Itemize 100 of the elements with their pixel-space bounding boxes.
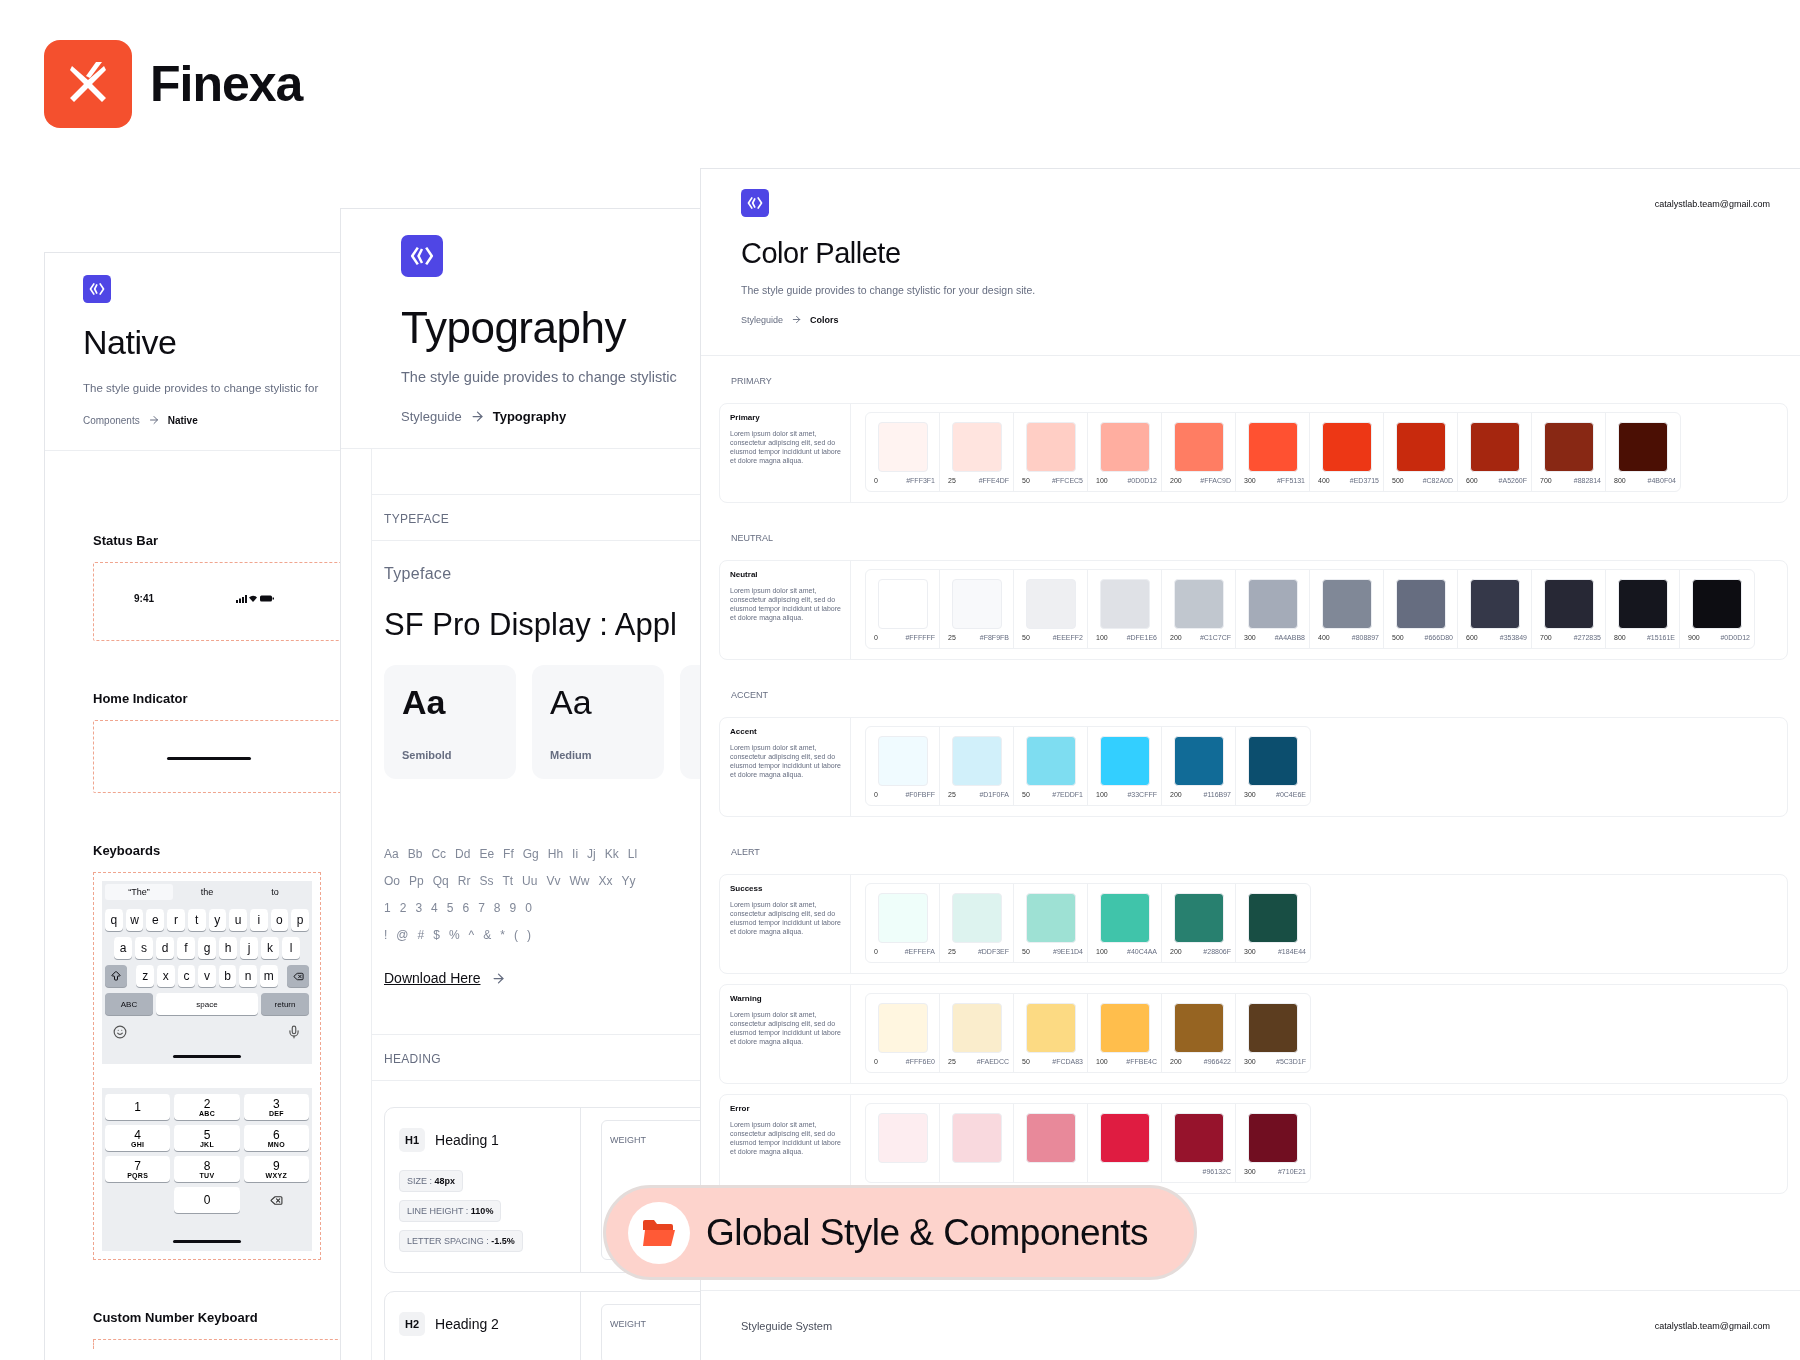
suggestion[interactable]: the [173, 884, 241, 900]
key[interactable]: r [167, 909, 185, 931]
key[interactable]: w [125, 909, 144, 931]
glyph: Vv [546, 874, 561, 888]
glyph: Ee [479, 847, 495, 861]
key[interactable]: ABC [105, 993, 153, 1015]
scale-name: Success [730, 884, 764, 893]
key[interactable]: p [291, 909, 309, 931]
scale-name: Primary [730, 413, 761, 422]
weight-label: WEIGHT [610, 1135, 646, 1145]
spec-chip: SIZE : 48px [399, 1170, 464, 1192]
glyph: & [483, 928, 492, 942]
glyph: # [417, 928, 425, 942]
page-title: Color Pallete [741, 237, 902, 270]
glyph: Dd [455, 847, 471, 861]
scale-name: Neutral [730, 570, 759, 579]
group-label: PRIMARY [730, 375, 773, 388]
breadcrumb-current[interactable]: Typography [492, 409, 567, 424]
key[interactable]: f [177, 937, 195, 959]
weight-label: WEIGHT [610, 1319, 646, 1329]
glyph: Gg [522, 847, 539, 861]
logo-icon [83, 275, 111, 303]
scale-name: Accent [730, 727, 758, 736]
shift-icon [109, 970, 122, 982]
suggestion[interactable]: “The” [105, 884, 173, 900]
breadcrumb-link[interactable]: Styleguide [401, 409, 462, 424]
font-sample: Aa [402, 683, 447, 722]
download-link[interactable]: Download Here [384, 970, 481, 986]
key[interactable]: m [260, 965, 278, 987]
glyph: 9 [509, 901, 517, 915]
badge-label: Global Style & Components [706, 1211, 1148, 1254]
emoji-icon[interactable] [113, 1025, 127, 1039]
key[interactable]: g [198, 937, 216, 959]
breadcrumb-link[interactable]: Components [83, 414, 140, 426]
glyph: Ss [479, 874, 494, 888]
glyph: Bb [407, 847, 423, 861]
key[interactable]: n [239, 965, 257, 987]
key[interactable]: o [270, 909, 289, 931]
arrow-icon [469, 409, 485, 424]
section-title: Home Indicator [93, 691, 189, 706]
group-label: NEUTRAL [730, 532, 774, 545]
glyph: Aa [384, 847, 399, 861]
weight-name: Medium [550, 749, 593, 761]
section-title: Status Bar [93, 533, 160, 548]
page-description: The style guide provides to change stylistic [401, 369, 678, 385]
key[interactable]: t [187, 909, 206, 931]
key[interactable]: v [198, 965, 216, 987]
glyph: 7 [478, 901, 485, 915]
key[interactable]: j [240, 937, 258, 959]
shift-key[interactable] [105, 965, 127, 987]
key[interactable]: h [219, 937, 237, 959]
glyph: Cc [431, 847, 447, 861]
breadcrumb-current[interactable]: Colors [810, 314, 839, 325]
delete-key[interactable] [287, 965, 309, 987]
key[interactable]: e [146, 909, 165, 931]
key[interactable]: l [282, 937, 300, 959]
key[interactable]: k [261, 937, 279, 959]
arrow-icon [791, 314, 803, 325]
key[interactable]: x [157, 965, 175, 987]
group-label: ACCENT [730, 689, 769, 702]
glyph: $ [433, 928, 440, 942]
glyph: Jj [587, 847, 596, 861]
key[interactable]: s [135, 937, 153, 959]
key[interactable]: a [114, 937, 132, 959]
font-name: SF Pro Display : Appl [384, 607, 678, 643]
breadcrumb-link[interactable]: Styleguide [741, 314, 784, 325]
key[interactable]: i [249, 909, 268, 931]
delete-icon [292, 970, 304, 982]
heading-name: Heading 1 [435, 1132, 499, 1148]
key[interactable]: y [208, 909, 227, 931]
brand-name: Finexa [150, 55, 303, 113]
key[interactable]: z [136, 965, 154, 987]
typeface-label: Typeface [384, 565, 453, 583]
key[interactable]: u [229, 909, 247, 931]
key[interactable]: d [156, 937, 174, 959]
key[interactable]: space [156, 993, 258, 1015]
number-key[interactable]: 1 [105, 1094, 171, 1120]
heading-tag: H2 [399, 1312, 426, 1336]
microphone-icon[interactable] [287, 1025, 301, 1039]
suggestion[interactable]: to [241, 884, 309, 900]
glyph: Xx [598, 874, 613, 888]
number-key[interactable]: 0 [174, 1187, 240, 1213]
glyph: 3 [415, 901, 423, 915]
scale-name: Warning [730, 994, 763, 1003]
breadcrumb-current[interactable]: Native [167, 414, 198, 426]
section-title: Custom Number Keyboard [93, 1310, 259, 1325]
glyph: Ff [503, 847, 514, 861]
glyph: 1 [384, 901, 391, 915]
key[interactable]: return [261, 993, 309, 1015]
scale-name: Error [730, 1104, 751, 1113]
page-description: The style guide provides to change stylistic for [83, 382, 320, 394]
key[interactable]: q [105, 909, 123, 931]
delete-icon[interactable] [269, 1193, 283, 1207]
glyph: 2 [399, 901, 407, 915]
glyph: 0 [525, 901, 532, 915]
glyph: * [500, 928, 505, 942]
glyph: Ww [569, 874, 590, 888]
key[interactable]: b [218, 965, 237, 987]
group-label: ALERT [730, 846, 761, 859]
key[interactable]: c [177, 965, 196, 987]
